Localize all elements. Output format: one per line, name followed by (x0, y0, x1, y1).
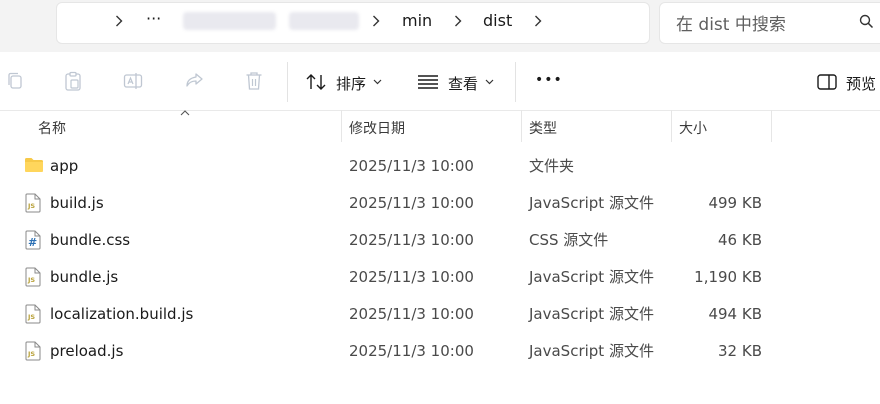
list-item-app[interactable]: app 2025/11/3 10:00 文件夹 (0, 148, 880, 185)
file-type: JavaScript 源文件 (529, 194, 654, 212)
file-size: 1,190 KB (694, 268, 762, 286)
share-icon[interactable] (183, 70, 205, 92)
delete-icon[interactable] (243, 70, 265, 92)
file-type: 文件夹 (529, 157, 575, 175)
breadcrumb-item-min[interactable]: min (402, 10, 432, 32)
file-size: 494 KB (708, 305, 762, 323)
svg-text:JS: JS (27, 313, 35, 321)
chevron-down-icon[interactable] (483, 76, 495, 88)
column-header-name[interactable]: 名称 (38, 118, 66, 150)
preview-button[interactable]: 预览 (846, 73, 876, 94)
folder-icon (24, 156, 44, 176)
list-item-build-js[interactable]: JS build.js 2025/11/3 10:00 JavaScript 源… (0, 185, 880, 222)
list-item-bundle-css[interactable]: # bundle.css 2025/11/3 10:00 CSS 源文件 46 … (0, 222, 880, 259)
file-type: JavaScript 源文件 (529, 342, 654, 360)
file-size: 32 KB (718, 342, 762, 360)
js-file-icon: JS (24, 267, 44, 287)
breadcrumb-item-dist[interactable]: dist (483, 10, 512, 32)
redacted-path-segment-2 (289, 12, 359, 30)
preview-pane-icon[interactable] (815, 71, 839, 93)
chevron-right-icon[interactable] (110, 11, 128, 31)
file-type: JavaScript 源文件 (529, 305, 654, 323)
js-file-icon: JS (24, 304, 44, 324)
list-item-preload-js[interactable]: JS preload.js 2025/11/3 10:00 JavaScript… (0, 333, 880, 370)
sort-button[interactable]: 排序 (336, 73, 366, 94)
address-row: ··· min dist 在 dist 中搜索 (0, 0, 880, 52)
paste-icon[interactable] (62, 70, 84, 92)
file-name: bundle.js (50, 268, 119, 286)
chevron-right-icon[interactable] (529, 11, 547, 31)
file-date: 2025/11/3 10:00 (349, 231, 474, 249)
file-explorer-window: ··· min dist 在 dist 中搜索 排序 查看 ••• 预览 名称 … (0, 0, 880, 404)
column-divider[interactable] (341, 110, 342, 142)
svg-text:JS: JS (27, 350, 35, 358)
file-name: app (50, 157, 79, 175)
file-size: 499 KB (708, 194, 762, 212)
toolbar-separator (287, 62, 288, 102)
column-header-date[interactable]: 修改日期 (349, 118, 405, 150)
search-icon[interactable] (856, 11, 876, 31)
css-file-icon: # (24, 230, 44, 250)
chevron-down-icon[interactable] (371, 76, 383, 88)
file-date: 2025/11/3 10:00 (349, 157, 474, 175)
toolbar-separator (515, 62, 516, 102)
js-file-icon: JS (24, 341, 44, 361)
file-type: CSS 源文件 (529, 231, 609, 249)
list-item-bundle-js[interactable]: JS bundle.js 2025/11/3 10:00 JavaScript … (0, 259, 880, 296)
file-date: 2025/11/3 10:00 (349, 268, 474, 286)
file-name: preload.js (50, 342, 124, 360)
chevron-right-icon[interactable] (449, 11, 467, 31)
file-date: 2025/11/3 10:00 (349, 305, 474, 323)
svg-text:JS: JS (27, 276, 35, 284)
file-name: bundle.css (50, 231, 131, 249)
search-placeholder: 在 dist 中搜索 (676, 15, 786, 35)
file-date: 2025/11/3 10:00 (349, 342, 474, 360)
sort-ascending-icon (178, 108, 192, 118)
view-button[interactable]: 查看 (448, 73, 478, 94)
view-icon[interactable] (416, 71, 440, 93)
rename-icon[interactable] (122, 70, 144, 92)
column-divider[interactable] (521, 110, 522, 142)
column-header-size[interactable]: 大小 (679, 118, 707, 150)
file-date: 2025/11/3 10:00 (349, 194, 474, 212)
column-header-type[interactable]: 类型 (529, 118, 557, 150)
column-divider[interactable] (671, 110, 672, 142)
redacted-path-segment (183, 12, 276, 30)
file-name: build.js (50, 194, 104, 212)
file-size: 46 KB (718, 231, 762, 249)
file-type: JavaScript 源文件 (529, 268, 654, 286)
file-name: localization.build.js (50, 305, 194, 323)
js-file-icon: JS (24, 193, 44, 213)
copy-icon[interactable] (4, 70, 26, 92)
svg-text:JS: JS (27, 202, 35, 210)
breadcrumb-more[interactable]: ··· (146, 8, 161, 30)
list-item-localization-build-js[interactable]: JS localization.build.js 2025/11/3 10:00… (0, 296, 880, 333)
more-options-button[interactable]: ••• (535, 72, 563, 88)
column-divider[interactable] (771, 110, 772, 142)
svg-text:#: # (28, 236, 37, 249)
chevron-right-icon[interactable] (367, 11, 385, 31)
sort-icon[interactable] (304, 71, 328, 93)
